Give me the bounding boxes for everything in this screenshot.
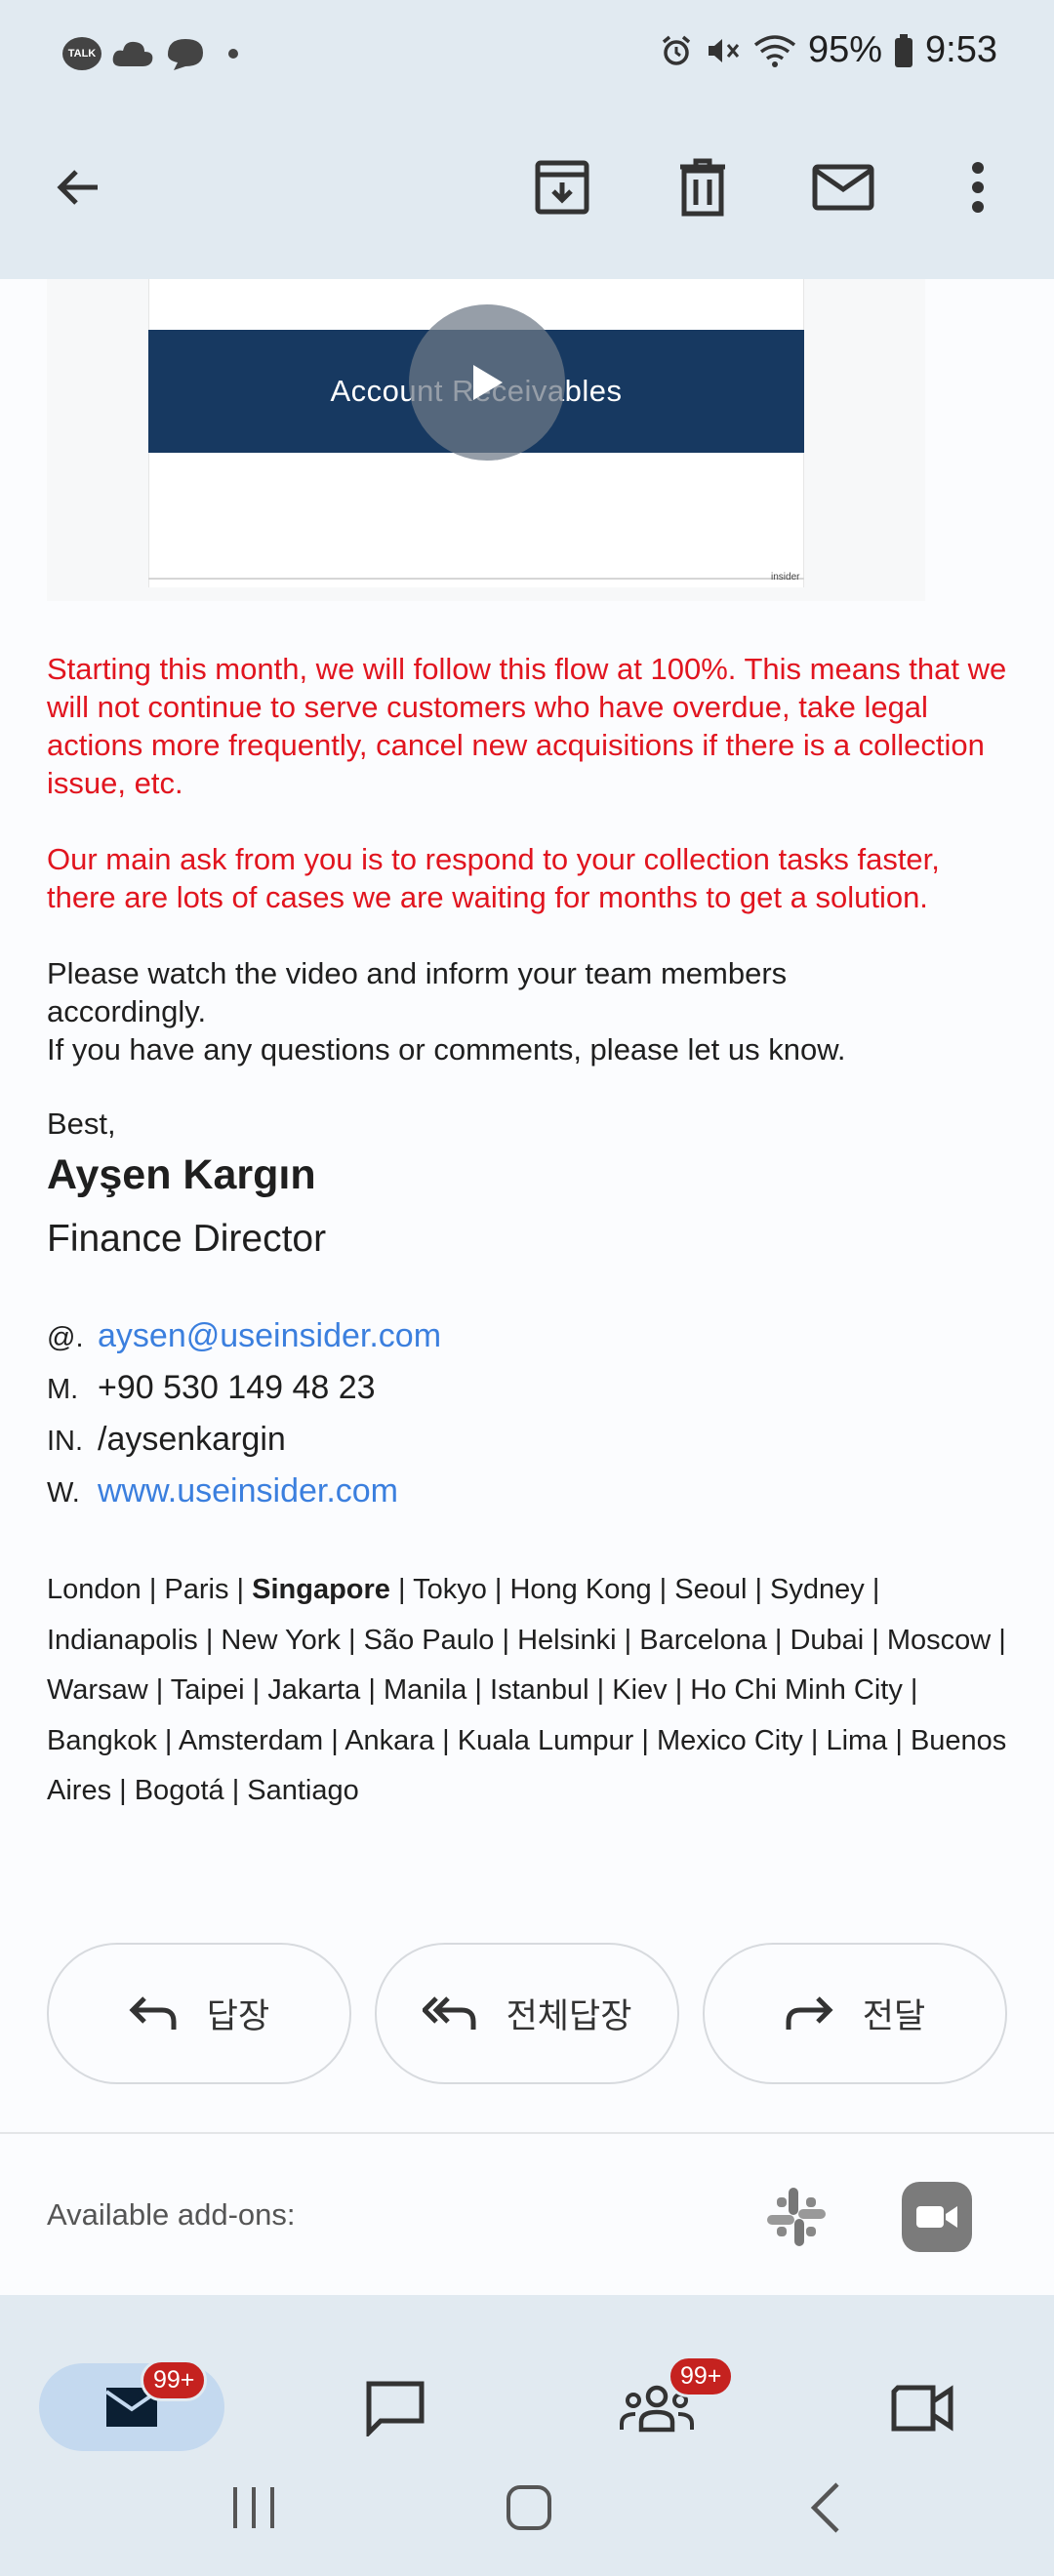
addons-label: Available add-ons: xyxy=(47,2197,296,2232)
reply-all-label: 전체답장 xyxy=(506,1997,632,2035)
more-options-button[interactable] xyxy=(939,148,1017,226)
wifi-icon xyxy=(753,34,796,67)
video-logo: insider xyxy=(771,572,800,583)
video-call-icon xyxy=(916,2206,957,2228)
chat-bubble-icon xyxy=(366,2381,425,2436)
nav-meet[interactable] xyxy=(849,2359,995,2457)
mail-badge: 99+ xyxy=(141,2359,208,2401)
paragraph-3: Please watch the video and inform your t… xyxy=(47,954,1013,1068)
mark-unread-button[interactable] xyxy=(804,148,882,226)
mute-icon xyxy=(708,38,740,62)
website-key: W. xyxy=(47,1477,80,1509)
more-icon xyxy=(972,162,984,213)
reply-label: 답장 xyxy=(206,1997,270,2035)
cloud-icon xyxy=(112,41,153,66)
email-key: @. xyxy=(47,1322,84,1353)
battery-percent: 95% xyxy=(807,29,883,70)
email-link[interactable]: aysen@useinsider.com xyxy=(98,1317,441,1355)
chevron-left-icon xyxy=(810,2482,839,2533)
delete-button[interactable] xyxy=(664,148,742,226)
dot-icon xyxy=(228,49,238,59)
home-button[interactable] xyxy=(480,2469,578,2547)
archive-button[interactable] xyxy=(523,148,601,226)
video-call-addon[interactable] xyxy=(902,2182,972,2252)
talk-icon-label: TALK xyxy=(67,48,97,60)
cities-after: | Tokyo | Hong Kong | Seoul | Sydney | I… xyxy=(47,1574,1007,1806)
notification-icons: TALK xyxy=(62,35,238,72)
contact-phone: M. +90 530 149 48 23 xyxy=(47,1369,376,1407)
phone-number[interactable]: +90 530 149 48 23 xyxy=(98,1369,376,1407)
video-thumbnail[interactable]: Account Receivables insider xyxy=(47,279,925,601)
contact-email: @. aysen@useinsider.com xyxy=(47,1317,441,1355)
archive-icon xyxy=(535,160,589,215)
cities-bold: Singapore xyxy=(252,1574,390,1605)
nav-mail[interactable]: 99+ xyxy=(39,2359,224,2451)
video-camera-icon xyxy=(891,2385,953,2432)
website-link[interactable]: www.useinsider.com xyxy=(98,1472,398,1510)
cities-before: London | Paris | xyxy=(47,1574,253,1605)
red-paragraph-2: Our main ask from you is to respond to y… xyxy=(47,842,940,914)
red-paragraph-1: Starting this month, we will follow this… xyxy=(47,652,1007,800)
recents-icon xyxy=(233,2487,274,2528)
system-status: 95% 9:53 xyxy=(660,29,997,71)
spaces-badge: 99+ xyxy=(668,2355,735,2397)
paragraph-3-line-1: Please watch the video and inform your t… xyxy=(47,956,788,1028)
signature-name: Ayşen Kargın xyxy=(47,1151,316,1198)
mail-icon xyxy=(812,164,874,211)
video-progress-line xyxy=(148,578,804,580)
chat-icon xyxy=(168,39,203,70)
closing: Best, xyxy=(47,1107,116,1141)
talk-icon: TALK xyxy=(62,37,101,70)
play-icon xyxy=(473,365,503,400)
forward-icon xyxy=(786,1995,833,2030)
contact-website: W. www.useinsider.com xyxy=(47,1472,398,1510)
linkedin-key: IN. xyxy=(47,1426,84,1457)
forward-button[interactable]: 전달 xyxy=(703,1943,1007,2084)
reply-button[interactable]: 답장 xyxy=(47,1943,351,2084)
trash-icon xyxy=(680,158,725,217)
back-arrow-icon xyxy=(57,170,98,205)
app-bar xyxy=(0,117,1054,279)
alarm-icon xyxy=(662,35,691,65)
signature-title: Finance Director xyxy=(47,1218,327,1260)
slack-icon xyxy=(767,2188,826,2246)
play-button[interactable] xyxy=(409,304,565,461)
home-icon xyxy=(507,2485,551,2530)
contact-linkedin: IN. /aysenkargin xyxy=(47,1421,286,1459)
back-button[interactable] xyxy=(39,148,117,226)
paragraph-3-line-2: If you have any questions or comments, p… xyxy=(47,1032,846,1067)
reply-all-button[interactable]: 전체답장 xyxy=(375,1943,679,2084)
forward-label: 전달 xyxy=(862,1997,926,2035)
divider xyxy=(0,2132,1054,2134)
clock: 9:53 xyxy=(925,29,997,70)
linkedin-handle: /aysenkargin xyxy=(98,1421,286,1458)
reply-all-icon xyxy=(422,1995,476,2030)
slack-addon[interactable] xyxy=(761,2182,831,2252)
nav-spaces[interactable]: 99+ xyxy=(584,2355,735,2457)
status-bar: TALK 95% 9:53 xyxy=(0,0,1054,117)
nav-chat[interactable] xyxy=(322,2359,468,2457)
office-cities: London | Paris | Singapore | Tokyo | Hon… xyxy=(47,1565,1013,1817)
phone-key: M. xyxy=(47,1374,79,1405)
system-back-button[interactable] xyxy=(777,2469,874,2547)
battery-icon xyxy=(895,33,913,67)
reply-icon xyxy=(129,1995,177,2030)
recent-apps-button[interactable] xyxy=(205,2469,303,2547)
